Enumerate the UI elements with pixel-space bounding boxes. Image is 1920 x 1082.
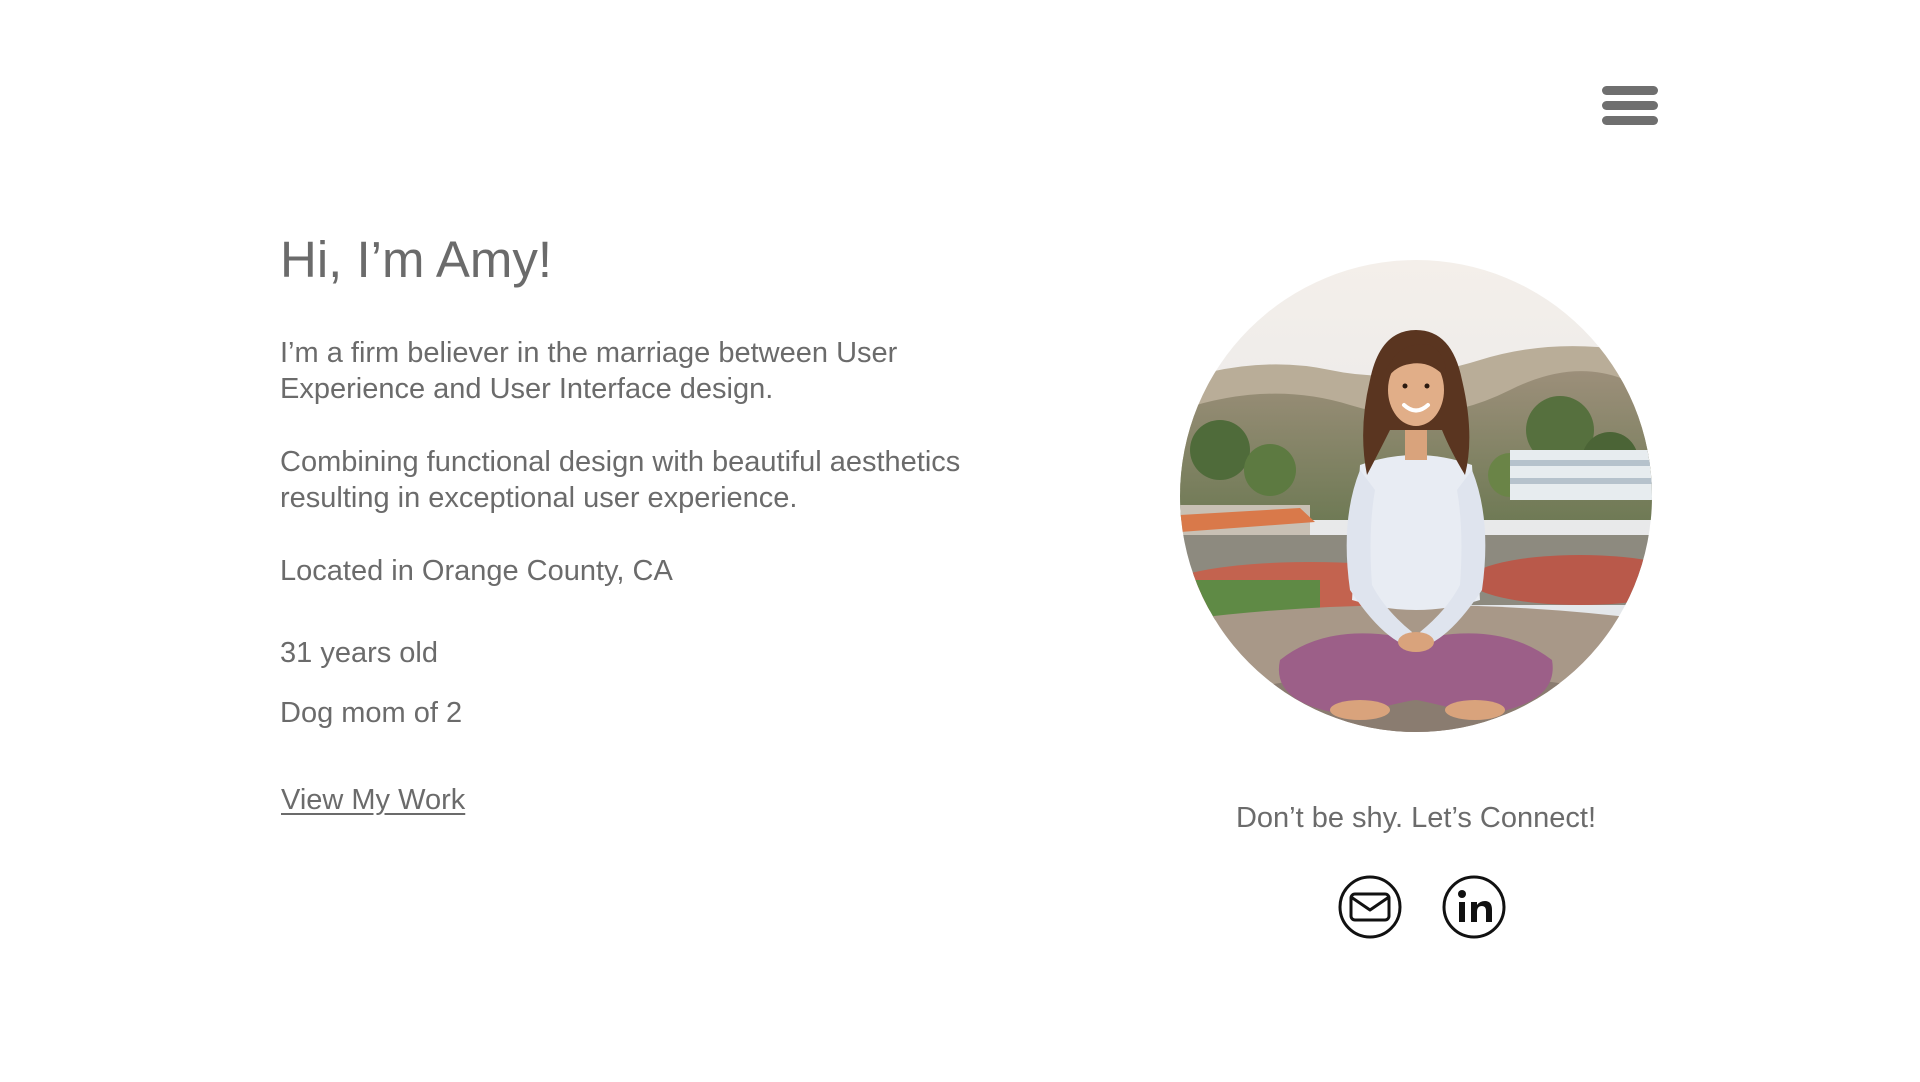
belief-paragraph: I’m a firm believer in the marriage betw… [280,335,1040,407]
dogs-text: Dog mom of 2 [280,697,463,729]
menu-bar-middle [1602,101,1658,110]
belief-line-2: Experience and User Interface design. [280,373,774,405]
profile-photo-illustration [1180,260,1652,732]
page-title: Hi, I’m Amy! [280,231,553,288]
age-text: 31 years old [280,637,438,669]
belief-line-1: I’m a firm believer in the marriage betw… [280,337,898,369]
location-text: Located in Orange County, CA [280,555,673,587]
menu-bar-bottom [1602,116,1658,125]
menu-bar-top [1602,86,1658,95]
combine-paragraph: Combining functional design with beautif… [280,444,1040,516]
email-icon[interactable] [1338,875,1402,939]
combine-line-1: Combining functional design with beautif… [280,446,961,478]
connect-heading: Don’t be shy. Let’s Connect! [1235,802,1597,834]
hamburger-menu-icon[interactable] [1602,84,1658,128]
view-my-work-link[interactable]: View My Work [281,782,465,818]
combine-line-2: resulting in exceptional user experience… [280,482,798,514]
linkedin-icon[interactable] [1442,875,1506,939]
profile-photo [1180,260,1652,732]
